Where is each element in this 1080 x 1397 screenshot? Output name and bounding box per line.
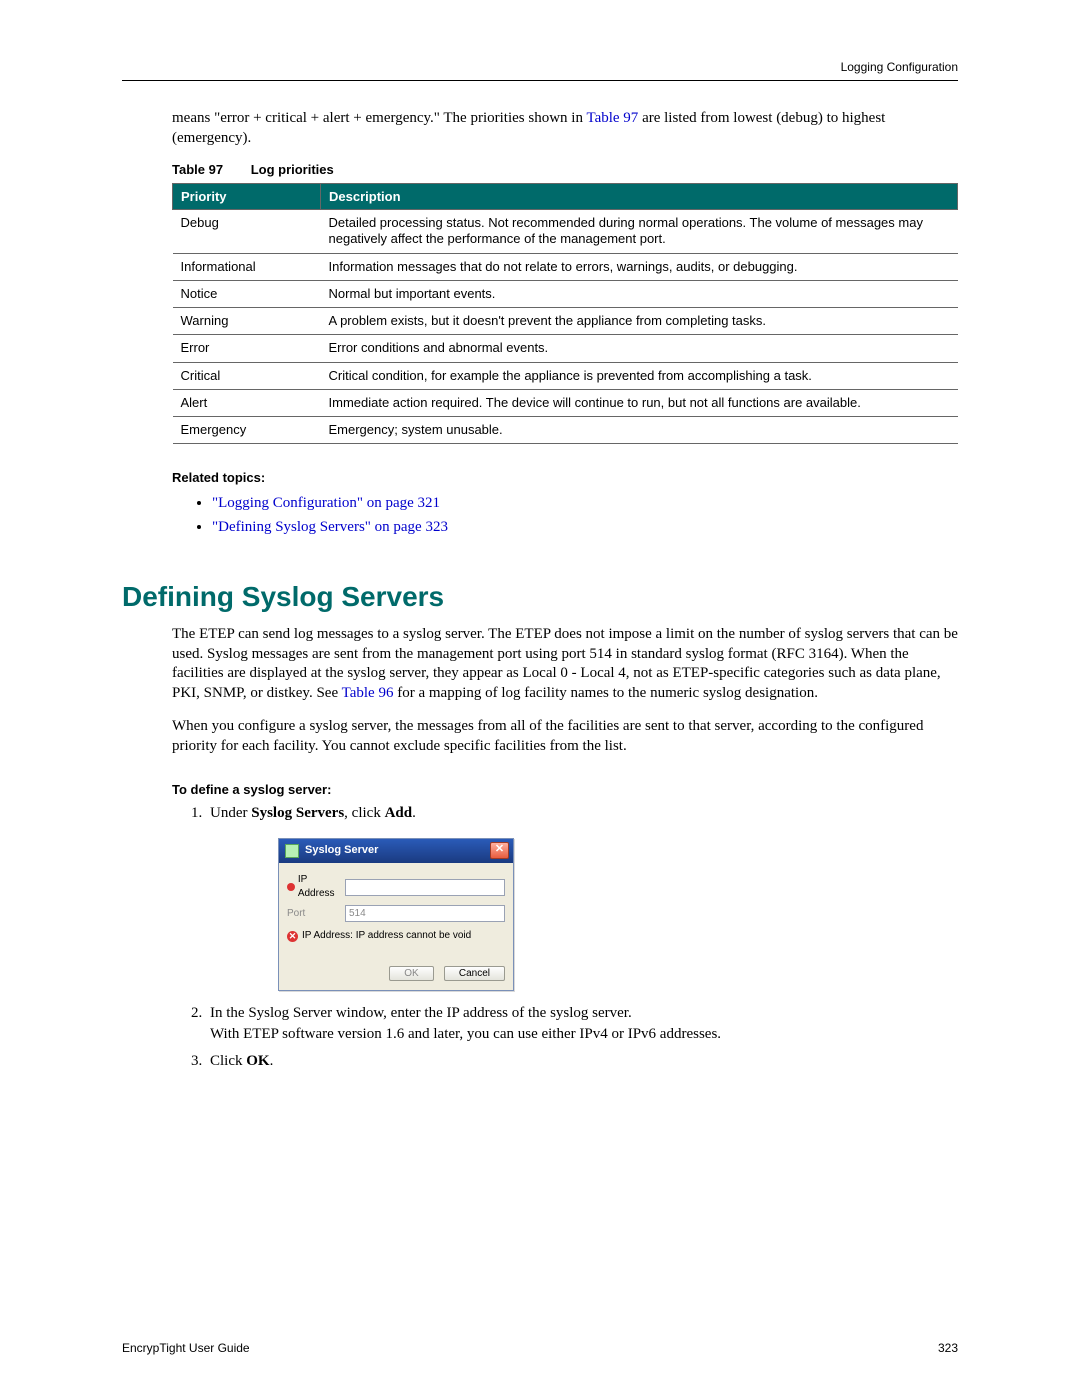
required-icon xyxy=(287,883,295,891)
ip-address-input[interactable] xyxy=(345,879,505,896)
procedure-heading: To define a syslog server: xyxy=(172,782,958,797)
cell-description: A problem exists, but it doesn't prevent… xyxy=(321,308,958,335)
cell-description: Immediate action required. The device wi… xyxy=(321,389,958,416)
cell-description: Detailed processing status. Not recommen… xyxy=(321,210,958,254)
table-row: AlertImmediate action required. The devi… xyxy=(173,389,958,416)
cell-priority: Notice xyxy=(173,280,321,307)
page-footer: EncrypTight User Guide 323 xyxy=(122,1341,958,1355)
step1-bold1: Syslog Servers xyxy=(251,805,344,821)
syslog-server-dialog: Syslog Server ✕ IP Address Port xyxy=(278,838,514,991)
table-row: ErrorError conditions and abnormal event… xyxy=(173,335,958,362)
intro-pre: means "error + critical + alert + emerge… xyxy=(172,110,586,126)
step2-line2: With ETEP software version 1.6 and later… xyxy=(210,1026,721,1042)
step3-pre: Click xyxy=(210,1053,246,1069)
footer-page-number: 323 xyxy=(938,1341,958,1355)
cell-priority: Error xyxy=(173,335,321,362)
table-row: EmergencyEmergency; system unusable. xyxy=(173,417,958,444)
table-97-link[interactable]: Table 97 xyxy=(586,110,638,126)
error-icon: ✕ xyxy=(287,931,298,942)
error-text: IP Address: IP address cannot be void xyxy=(302,929,471,943)
table-row: InformationalInformation messages that d… xyxy=(173,253,958,280)
related-link-logging-config[interactable]: "Logging Configuration" on page 321 xyxy=(212,495,440,511)
related-topics-heading: Related topics: xyxy=(172,470,958,485)
step1-bold2: Add xyxy=(385,805,413,821)
ip-address-row: IP Address xyxy=(287,873,505,901)
dialog-button-bar: OK Cancel xyxy=(279,955,513,990)
cell-description: Emergency; system unusable. xyxy=(321,417,958,444)
list-item: "Logging Configuration" on page 321 xyxy=(212,491,958,515)
table-caption-title: Log priorities xyxy=(251,162,334,177)
cell-priority: Alert xyxy=(173,389,321,416)
syslog-para-2: When you configure a syslog server, the … xyxy=(172,717,958,756)
table-row: WarningA problem exists, but it doesn't … xyxy=(173,308,958,335)
cell-description: Normal but important events. xyxy=(321,280,958,307)
table-caption: Table 97 Log priorities xyxy=(172,162,958,177)
port-input[interactable] xyxy=(345,905,505,922)
cell-priority: Critical xyxy=(173,362,321,389)
col-header-description: Description xyxy=(321,184,958,210)
related-link-defining-syslog[interactable]: "Defining Syslog Servers" on page 323 xyxy=(212,519,448,535)
step1-post: . xyxy=(412,805,416,821)
related-topics-list: "Logging Configuration" on page 321 "Def… xyxy=(212,491,958,539)
cell-priority: Informational xyxy=(173,253,321,280)
step3-bold: OK xyxy=(246,1053,269,1069)
syslog-para-1: The ETEP can send log messages to a sysl… xyxy=(172,625,958,703)
table-caption-prefix: Table 97 xyxy=(172,162,223,177)
table-96-link[interactable]: Table 96 xyxy=(342,685,394,701)
footer-left: EncrypTight User Guide xyxy=(122,1341,250,1355)
table-row: DebugDetailed processing status. Not rec… xyxy=(173,210,958,254)
step3-post: . xyxy=(270,1053,274,1069)
list-item: "Defining Syslog Servers" on page 323 xyxy=(212,515,958,539)
step1-pre: Under xyxy=(210,805,251,821)
cell-priority: Warning xyxy=(173,308,321,335)
procedure-steps: Under Syslog Servers, click Add. Syslog … xyxy=(206,803,958,1072)
ip-address-label: IP Address xyxy=(287,873,345,901)
ok-button[interactable]: OK xyxy=(389,966,433,981)
table-row: CriticalCritical condition, for example … xyxy=(173,362,958,389)
dialog-app-icon xyxy=(285,844,299,858)
step-1: Under Syslog Servers, click Add. Syslog … xyxy=(206,803,958,991)
intro-paragraph: means "error + critical + alert + emerge… xyxy=(172,109,958,148)
header-rule xyxy=(122,80,958,81)
cell-priority: Debug xyxy=(173,210,321,254)
cell-description: Error conditions and abnormal events. xyxy=(321,335,958,362)
port-label: Port xyxy=(287,907,345,921)
ip-address-label-text: IP Address xyxy=(298,873,345,901)
cell-description: Critical condition, for example the appl… xyxy=(321,362,958,389)
step-3: Click OK. xyxy=(206,1051,958,1072)
table-row: NoticeNormal but important events. xyxy=(173,280,958,307)
step2-line1: In the Syslog Server window, enter the I… xyxy=(210,1005,632,1021)
step1-mid: , click xyxy=(344,805,384,821)
close-icon[interactable]: ✕ xyxy=(490,842,509,859)
para1-post: for a mapping of log facility names to t… xyxy=(397,685,818,701)
cell-priority: Emergency xyxy=(173,417,321,444)
log-priorities-table: Priority Description DebugDetailed proce… xyxy=(172,183,958,444)
dialog-body: IP Address Port ✕ IP Address: IP address… xyxy=(279,863,513,955)
dialog-title-text: Syslog Server xyxy=(305,843,378,858)
cancel-button[interactable]: Cancel xyxy=(444,966,505,981)
error-line: ✕ IP Address: IP address cannot be void xyxy=(287,926,505,951)
step-2: In the Syslog Server window, enter the I… xyxy=(206,1003,958,1045)
section-title: Defining Syslog Servers xyxy=(122,581,958,613)
running-header: Logging Configuration xyxy=(122,60,958,78)
cell-description: Information messages that do not relate … xyxy=(321,253,958,280)
dialog-titlebar: Syslog Server ✕ xyxy=(279,839,513,863)
port-row: Port xyxy=(287,905,505,922)
col-header-priority: Priority xyxy=(173,184,321,210)
